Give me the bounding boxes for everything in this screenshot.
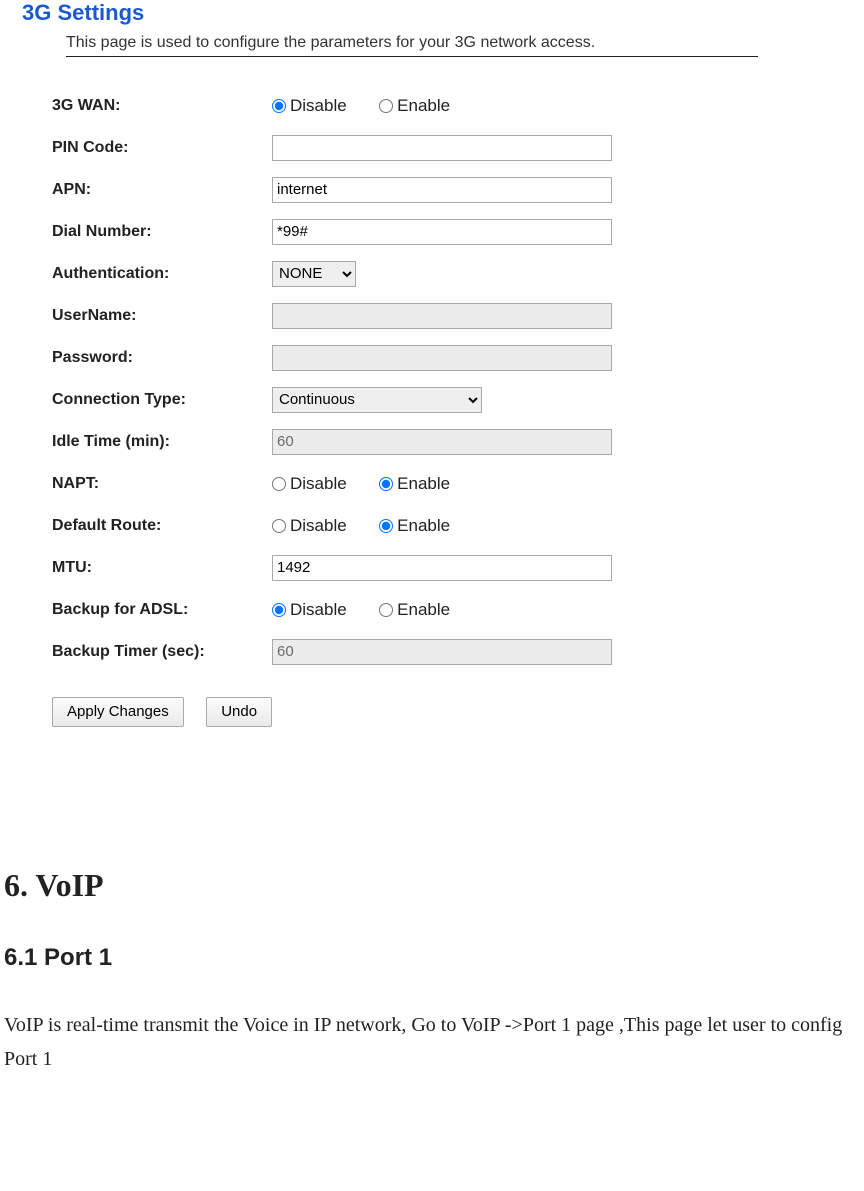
wan-disable-radio[interactable] [272, 99, 286, 113]
label-backup-adsl: Backup for ADSL: [52, 589, 272, 631]
backup-timer-input [272, 639, 612, 665]
apply-changes-button[interactable]: Apply Changes [52, 697, 184, 727]
authentication-select[interactable]: NONE [272, 261, 356, 287]
chapter-heading: 6. VoIP [4, 867, 864, 904]
wan-disable-option[interactable]: Disable [272, 96, 347, 115]
label-authentication: Authentication: [52, 253, 272, 295]
pin-code-input[interactable] [272, 135, 612, 161]
napt-enable-option[interactable]: Enable [379, 474, 450, 493]
idle-time-input [272, 429, 612, 455]
undo-button[interactable]: Undo [206, 697, 272, 727]
label-password: Password: [52, 337, 272, 379]
settings-form: 3G WAN: Disable Enable PIN Code: APN: [52, 85, 612, 673]
label-dial-number: Dial Number: [52, 211, 272, 253]
adsl-disable-radio[interactable] [272, 603, 286, 617]
napt-enable-radio[interactable] [379, 477, 393, 491]
label-connection-type: Connection Type: [52, 379, 272, 421]
route-enable-radio[interactable] [379, 519, 393, 533]
adsl-enable-radio[interactable] [379, 603, 393, 617]
wan-enable-radio[interactable] [379, 99, 393, 113]
napt-disable-option[interactable]: Disable [272, 474, 347, 493]
button-row: Apply Changes Undo [52, 697, 758, 727]
napt-disable-radio[interactable] [272, 477, 286, 491]
password-input [272, 345, 612, 371]
username-input [272, 303, 612, 329]
adsl-enable-option[interactable]: Enable [379, 600, 450, 619]
label-backup-timer: Backup Timer (sec): [52, 631, 272, 673]
route-disable-radio[interactable] [272, 519, 286, 533]
mtu-input[interactable] [272, 555, 612, 581]
label-username: UserName: [52, 295, 272, 337]
label-default-route: Default Route: [52, 505, 272, 547]
route-enable-option[interactable]: Enable [379, 516, 450, 535]
settings-panel: 3G Settings This page is used to configu… [18, 0, 758, 727]
section-heading: 6.1 Port 1 [4, 944, 864, 972]
label-napt: NAPT: [52, 463, 272, 505]
panel-description: This page is used to configure the param… [66, 30, 758, 57]
document-section: 6. VoIP 6.1 Port 1 VoIP is real-time tra… [0, 867, 864, 1076]
section-paragraph: VoIP is real-time transmit the Voice in … [4, 1008, 860, 1076]
label-pin-code: PIN Code: [52, 127, 272, 169]
label-mtu: MTU: [52, 547, 272, 589]
label-idle-time: Idle Time (min): [52, 421, 272, 463]
dial-number-input[interactable] [272, 219, 612, 245]
route-disable-option[interactable]: Disable [272, 516, 347, 535]
wan-enable-option[interactable]: Enable [379, 96, 450, 115]
label-3g-wan: 3G WAN: [52, 85, 272, 127]
connection-type-select[interactable]: Continuous [272, 387, 482, 413]
label-apn: APN: [52, 169, 272, 211]
apn-input[interactable] [272, 177, 612, 203]
panel-title: 3G Settings [22, 0, 758, 26]
adsl-disable-option[interactable]: Disable [272, 600, 347, 619]
